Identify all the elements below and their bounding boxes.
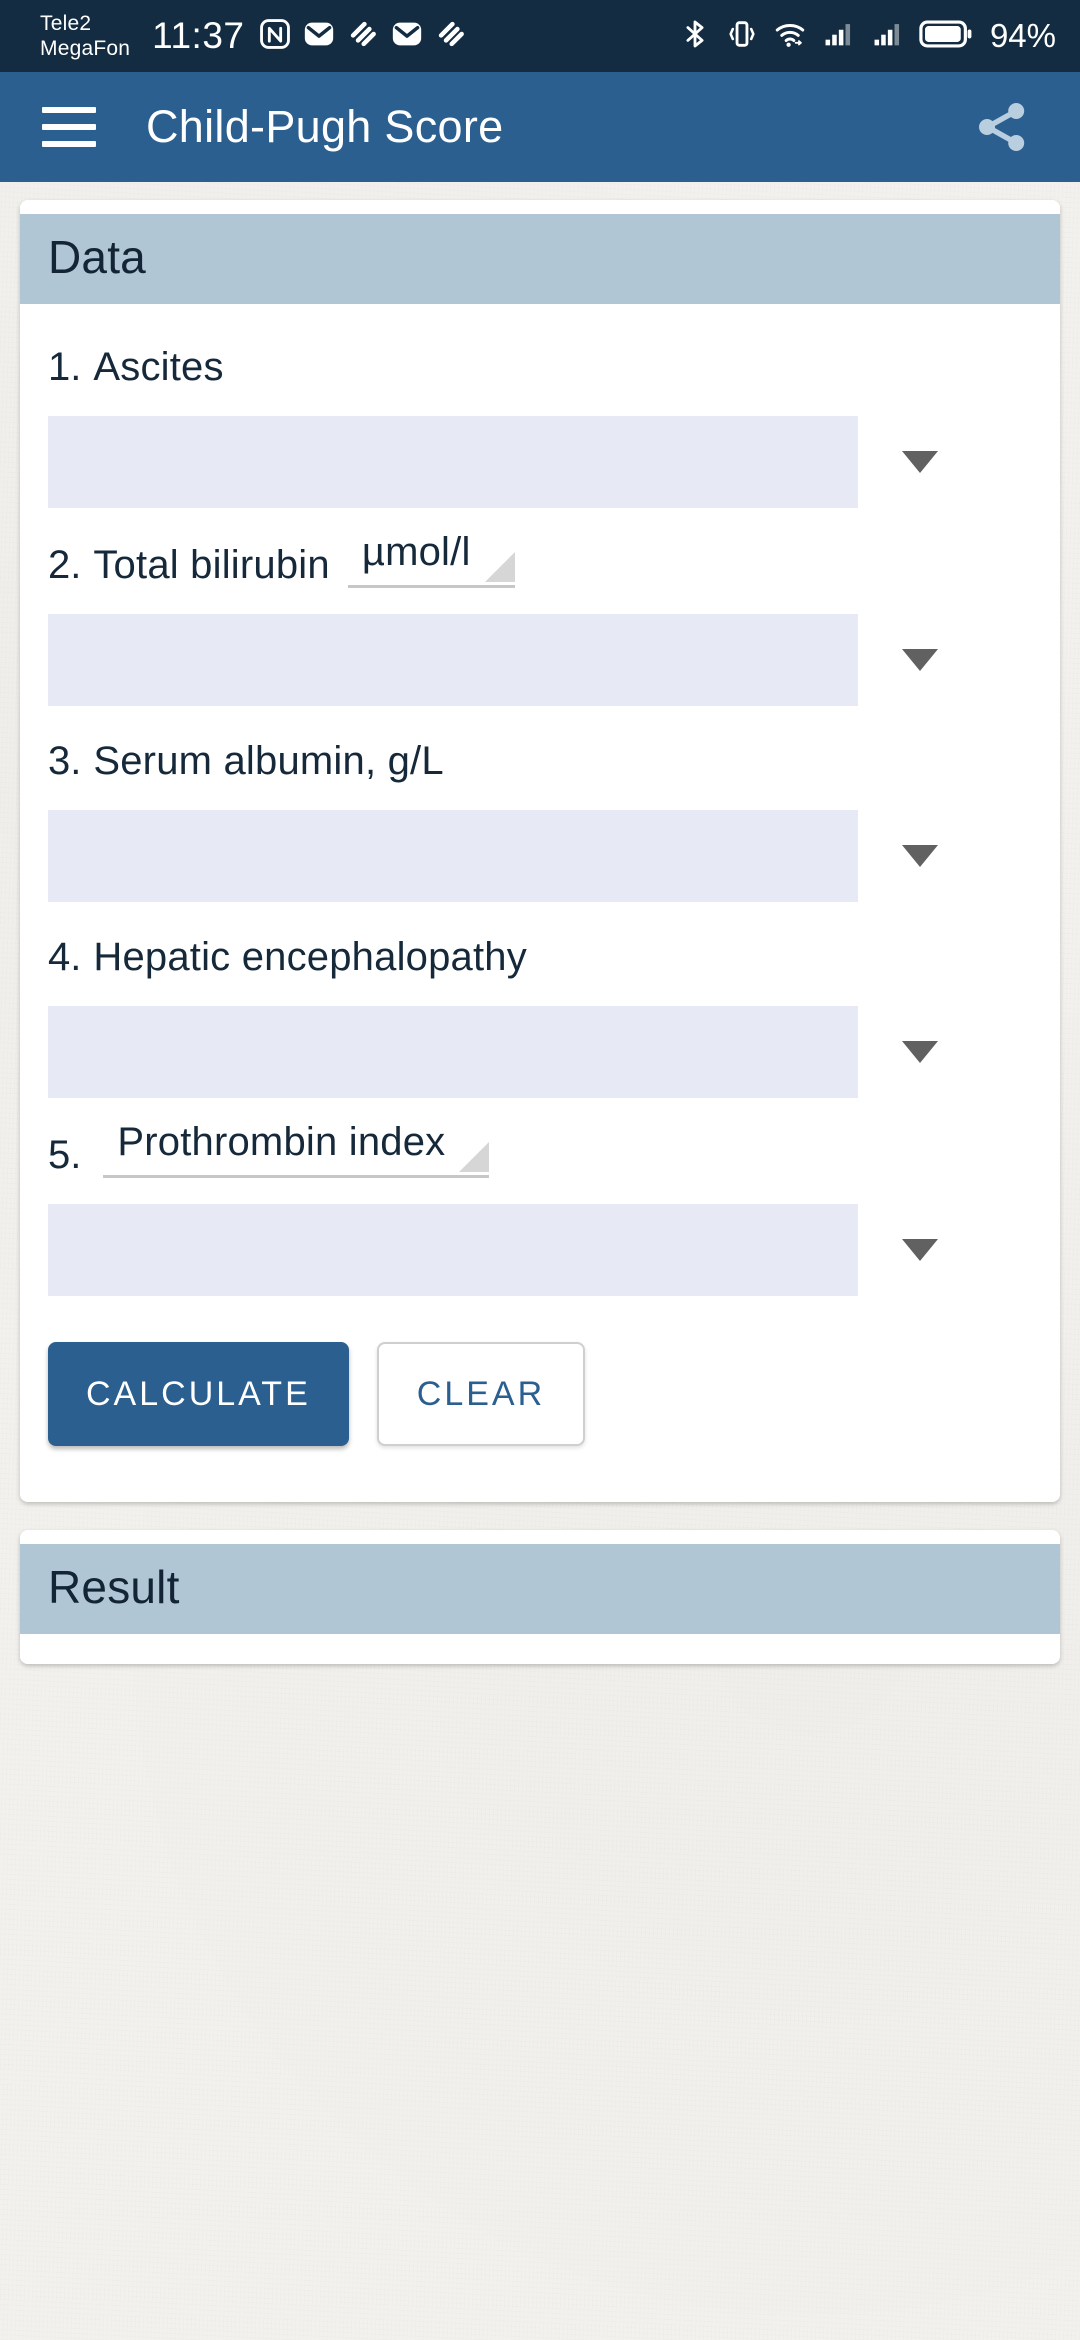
calculate-button[interactable]: CALCULATE	[48, 1342, 349, 1446]
card-top-padding	[20, 200, 1060, 214]
serum-albumin-select[interactable]	[48, 810, 858, 902]
nfc-icon	[258, 17, 292, 56]
spinner-corner-icon	[459, 1142, 490, 1172]
field-number: 5.	[48, 1133, 82, 1177]
page-title: Child-Pugh Score	[146, 101, 504, 152]
carrier-line-2: MegaFon	[40, 37, 131, 60]
share-icon[interactable]	[966, 91, 1038, 163]
prothrombin-measure-label: Prothrombin index	[117, 1120, 446, 1164]
field-label: Total bilirubin	[93, 543, 330, 587]
spinner-corner-icon	[484, 552, 515, 582]
bilirubin-unit-label: µmol/l	[361, 530, 471, 574]
chevron-down-icon[interactable]	[902, 1041, 938, 1063]
field-serum-albumin: 3. Serum albumin, g/L	[48, 728, 1032, 902]
signal-sim1-icon	[821, 17, 857, 56]
result-card-header: Result	[20, 1544, 1060, 1634]
field-hepatic-encephalopathy: 4. Hepatic encephalopathy	[48, 924, 1032, 1098]
app-bar: Child-Pugh Score	[0, 72, 1080, 182]
chevron-down-icon[interactable]	[902, 451, 938, 473]
status-bar: Tele2 MegaFon 11:37 94%	[0, 0, 1080, 72]
data-card-header: Data	[20, 214, 1060, 304]
field-label: Ascites	[93, 345, 224, 389]
phone-screen: Tele2 MegaFon 11:37 94% Child-Pugh Score…	[0, 0, 1080, 2340]
wifi-icon	[772, 17, 808, 56]
field-select-row	[48, 416, 1032, 508]
field-prothrombin: 5. Prothrombin index	[48, 1120, 1032, 1296]
prothrombin-select[interactable]	[48, 1204, 858, 1296]
prothrombin-measure-spinner[interactable]: Prothrombin index	[103, 1120, 490, 1178]
ascites-select[interactable]	[48, 416, 858, 508]
field-number: 3.	[48, 739, 82, 783]
field-label-row: 4. Hepatic encephalopathy	[48, 924, 1032, 980]
result-card-body	[20, 1634, 1060, 1664]
chevron-down-icon[interactable]	[902, 649, 938, 671]
vibrate-icon	[725, 17, 759, 56]
clear-button[interactable]: CLEAR	[376, 1342, 586, 1446]
mail-icon	[302, 17, 336, 56]
field-select-row	[48, 614, 1032, 706]
field-label: Hepatic encephalopathy	[93, 935, 527, 979]
battery-icon	[919, 17, 973, 56]
data-card: Data 1. Ascites 2. Total bilirubin µmol/…	[20, 200, 1060, 1502]
result-card: Result	[20, 1530, 1060, 1664]
field-number: 2.	[48, 543, 82, 587]
swoosh-icon	[434, 17, 468, 56]
action-button-row: CALCULATE CLEAR	[48, 1342, 1032, 1446]
carrier-label: Tele2 MegaFon	[40, 11, 130, 61]
content-area: Data 1. Ascites 2. Total bilirubin µmol/…	[0, 182, 1080, 1664]
chevron-down-icon[interactable]	[902, 845, 938, 867]
hepatic-encephalopathy-select[interactable]	[48, 1006, 858, 1098]
hamburger-menu-icon[interactable]	[42, 107, 96, 147]
signal-sim2-icon	[870, 17, 906, 56]
bluetooth-icon	[678, 17, 712, 56]
field-ascites: 1. Ascites	[48, 334, 1032, 508]
field-number: 4.	[48, 935, 82, 979]
status-clock: 11:37	[152, 15, 245, 56]
field-total-bilirubin: 2. Total bilirubin µmol/l	[48, 530, 1032, 706]
card-top-padding	[20, 1530, 1060, 1544]
result-card-title: Result	[48, 1561, 180, 1613]
data-card-title: Data	[48, 231, 146, 283]
field-number: 1.	[48, 345, 82, 389]
carrier-line-1: Tele2	[40, 12, 92, 35]
status-notification-icons	[258, 17, 468, 56]
field-label: Serum albumin, g/L	[93, 739, 444, 783]
card-bottom-padding	[20, 1480, 1060, 1502]
field-label-row: 3. Serum albumin, g/L	[48, 728, 1032, 784]
field-label-row: 2. Total bilirubin µmol/l	[48, 530, 1032, 588]
mail-icon	[390, 17, 424, 56]
field-label-row: 1. Ascites	[48, 334, 1032, 390]
total-bilirubin-select[interactable]	[48, 614, 858, 706]
field-select-row	[48, 1204, 1032, 1296]
field-select-row	[48, 1006, 1032, 1098]
field-label-row: 5. Prothrombin index	[48, 1120, 1032, 1178]
field-select-row	[48, 810, 1032, 902]
chevron-down-icon[interactable]	[902, 1239, 938, 1261]
swoosh-icon	[346, 17, 380, 56]
status-system-icons: 94%	[678, 17, 1056, 56]
battery-percent-label: 94%	[989, 17, 1056, 54]
data-card-body: 1. Ascites 2. Total bilirubin µmol/l 3. …	[20, 304, 1060, 1480]
bilirubin-unit-spinner[interactable]: µmol/l	[347, 530, 515, 588]
